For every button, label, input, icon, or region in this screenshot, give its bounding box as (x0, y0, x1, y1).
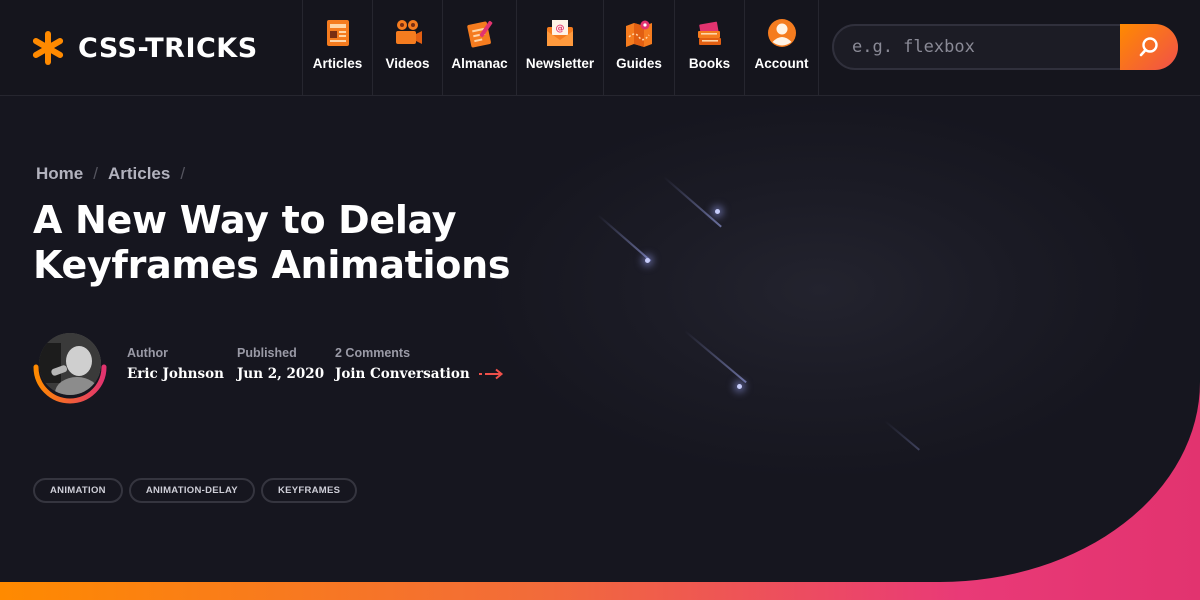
tag-list: ANIMATION ANIMATION-DELAY KEYFRAMES (33, 478, 358, 503)
svg-text:@: @ (556, 24, 565, 34)
avatar-ring (33, 364, 107, 404)
breadcrumb-separator: / (93, 164, 98, 183)
author-avatar[interactable] (32, 333, 108, 405)
page-title: A New Way to Delay Keyframes Animations (33, 198, 511, 287)
nav-item-guides[interactable]: Guides (603, 0, 674, 95)
asterisk-logo-icon (32, 31, 64, 65)
notepad-icon (466, 20, 492, 48)
author-label: Author (127, 346, 168, 360)
published-date: Jun 2, 2020 (237, 366, 325, 382)
tag-animation[interactable]: ANIMATION (33, 478, 123, 503)
main-nav: Articles Videos Almanac @ Newsletter Gui… (302, 0, 819, 95)
logo-text: CSS-TRICKS (78, 32, 258, 64)
nav-item-newsletter[interactable]: @ Newsletter (516, 0, 603, 95)
nav-item-almanac[interactable]: Almanac (442, 0, 516, 95)
search-button[interactable] (1120, 24, 1178, 70)
nav-label: Account (754, 56, 809, 71)
books-icon (697, 21, 721, 45)
site-header: CSS-TRICKS Articles Videos Almanac @ New… (0, 0, 1200, 96)
published-meta: Published Jun 2, 2020 (237, 346, 324, 382)
nav-label: Books (688, 56, 731, 71)
comments-meta: 2 Comments Join Conversation (335, 346, 504, 382)
envelope-icon: @ (547, 20, 573, 46)
breadcrumb-articles[interactable]: Articles (108, 164, 170, 184)
nav-label: Newsletter (525, 56, 595, 71)
video-camera-icon (395, 20, 422, 44)
nav-label: Almanac (451, 56, 508, 71)
author-meta: Author Eric Johnson (127, 346, 224, 382)
nav-label: Guides (616, 56, 662, 71)
nav-item-account[interactable]: Account (744, 0, 819, 95)
breadcrumb: Home / Articles / (36, 164, 185, 184)
published-label: Published (237, 346, 297, 360)
site-logo[interactable]: CSS-TRICKS (30, 28, 258, 68)
join-conversation-link[interactable]: Join Conversation (335, 366, 470, 382)
search-input[interactable] (834, 26, 1114, 68)
nav-label: Articles (312, 56, 363, 71)
breadcrumb-home[interactable]: Home (36, 164, 83, 184)
search-icon (1139, 37, 1158, 57)
comments-count: 2 Comments (335, 346, 411, 360)
map-icon (626, 20, 652, 47)
nav-item-books[interactable]: Books (674, 0, 744, 95)
nav-item-videos[interactable]: Videos (372, 0, 442, 95)
tag-keyframes[interactable]: KEYFRAMES (260, 478, 358, 503)
search-box (832, 24, 1178, 70)
newspaper-icon (326, 20, 349, 46)
breadcrumb-separator: / (180, 164, 186, 183)
nav-item-articles[interactable]: Articles (302, 0, 372, 95)
user-icon (767, 19, 796, 47)
tag-animation-delay[interactable]: ANIMATION-DELAY (128, 478, 255, 503)
arrow-right-icon[interactable] (478, 368, 504, 380)
nav-label: Videos (385, 56, 430, 71)
author-name[interactable]: Eric Johnson (127, 366, 224, 382)
